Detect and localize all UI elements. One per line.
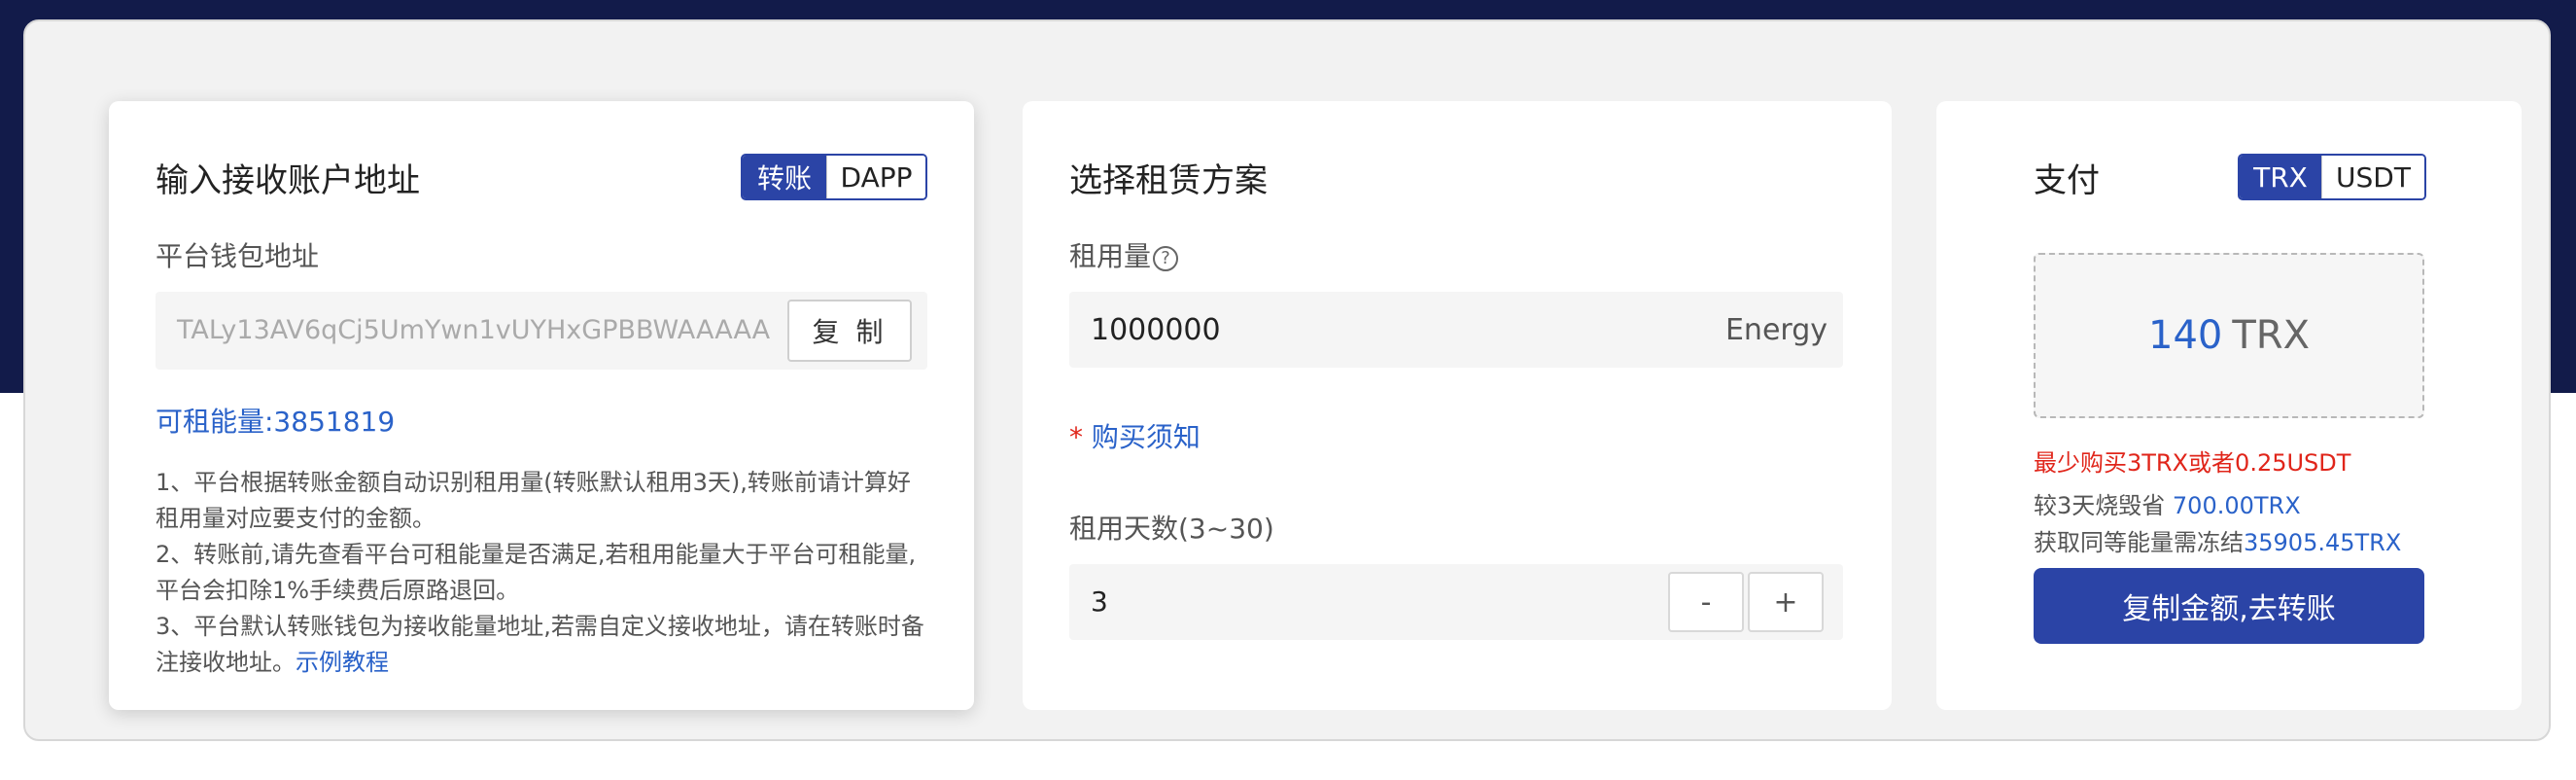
note-line: 平台会扣除1%手续费后原路退回。 xyxy=(156,577,520,604)
payment-amount: 140 TRX xyxy=(2034,253,2424,418)
burn-savings-label: 较3天烧毁省 xyxy=(2034,492,2173,519)
rental-plan-panel: 选择租赁方案 租用量? 1000000 Energy * 购买须知 租用天数(3… xyxy=(1023,101,1892,710)
tab-transfer[interactable]: 转账 xyxy=(743,156,826,198)
wallet-address-field: TALy13AV6qCj5UmYwn1vUYHxGPBBWAAAAA 复 制 xyxy=(156,292,927,370)
purchase-notice-link[interactable]: * 购买须知 xyxy=(1069,416,1201,455)
help-icon[interactable]: ? xyxy=(1153,245,1179,271)
receive-address-panel: 输入接收账户地址 转账 DAPP 平台钱包地址 TALy13AV6qCj5UmY… xyxy=(109,101,974,710)
increase-days-button[interactable]: + xyxy=(1748,572,1824,632)
rental-amount-label: 租用量? xyxy=(1069,235,1179,274)
decrease-days-button[interactable]: - xyxy=(1668,572,1744,632)
rental-amount-field[interactable]: 1000000 Energy xyxy=(1069,292,1843,368)
note-line: 租用量对应要支付的金额。 xyxy=(156,505,435,532)
freeze-requirement-label: 获取同等能量需冻结 xyxy=(2034,529,2244,556)
payment-amount-value: 140 xyxy=(2148,313,2223,358)
rental-amount-label-text: 租用量 xyxy=(1069,240,1152,272)
required-star: * xyxy=(1069,421,1083,453)
rental-plan-title: 选择租赁方案 xyxy=(1069,161,1268,200)
rental-days-field: 3 - + xyxy=(1069,564,1843,640)
note-line: 2、转账前,请先查看平台可租能量是否满足,若租用能量大于平台可租能量, xyxy=(156,541,917,568)
payment-title: 支付 xyxy=(2034,161,2100,200)
tab-usdt[interactable]: USDT xyxy=(2321,156,2424,198)
rental-form-card: 输入接收账户地址 转账 DAPP 平台钱包地址 TALy13AV6qCj5UmY… xyxy=(23,19,2551,741)
wallet-address-label: 平台钱包地址 xyxy=(156,240,320,272)
available-energy: 可租能量:3851819 xyxy=(156,406,396,438)
note-line: 3、平台默认转账钱包为接收能量地址,若需自定义接收地址，请在转账时备 xyxy=(156,613,924,640)
purchase-notice-text[interactable]: 购买须知 xyxy=(1092,421,1201,453)
min-purchase-warning: 最少购买3TRX或者0.25USDT xyxy=(2034,449,2351,477)
rental-days-value[interactable]: 3 xyxy=(1091,585,1108,618)
burn-savings-value: 700.00TRX xyxy=(2172,492,2301,519)
tutorial-link[interactable]: 示例教程 xyxy=(296,649,389,676)
copy-address-button[interactable]: 复 制 xyxy=(787,300,912,362)
note-text: 注接收地址。 xyxy=(156,649,296,676)
freeze-requirement-value: 35905.45TRX xyxy=(2244,529,2402,556)
tab-dapp[interactable]: DAPP xyxy=(826,156,925,198)
transfer-mode-toggle: 转账 DAPP xyxy=(741,154,927,200)
note-line: 1、平台根据转账金额自动识别租用量(转账默认租用3天),转账前请计算好 xyxy=(156,469,911,496)
currency-toggle: TRX USDT xyxy=(2238,154,2426,200)
energy-unit: Energy xyxy=(1724,313,1828,347)
payment-panel: 支付 TRX USDT 140 TRX 最少购买3TRX或者0.25USDT 较3… xyxy=(1936,101,2522,710)
payment-amount-unit: TRX xyxy=(2232,313,2310,358)
tab-trx[interactable]: TRX xyxy=(2240,156,2321,198)
rental-amount-value[interactable]: 1000000 xyxy=(1091,313,1221,347)
rental-days-label: 租用天数(3~30) xyxy=(1069,513,1274,545)
note-line: 注接收地址。示例教程 xyxy=(156,645,953,681)
rental-notes: 1、平台根据转账金额自动识别租用量(转账默认租用3天),转账前请计算好 租用量对… xyxy=(156,465,953,681)
wallet-address-value[interactable]: TALy13AV6qCj5UmYwn1vUYHxGPBBWAAAAA xyxy=(177,315,770,345)
freeze-requirement: 获取同等能量需冻结35905.45TRX xyxy=(2034,523,2401,557)
burn-savings: 较3天烧毁省 700.00TRX xyxy=(2034,486,2301,520)
copy-amount-transfer-button[interactable]: 复制金额,去转账 xyxy=(2034,568,2424,644)
receive-address-title: 输入接收账户地址 xyxy=(156,161,420,200)
